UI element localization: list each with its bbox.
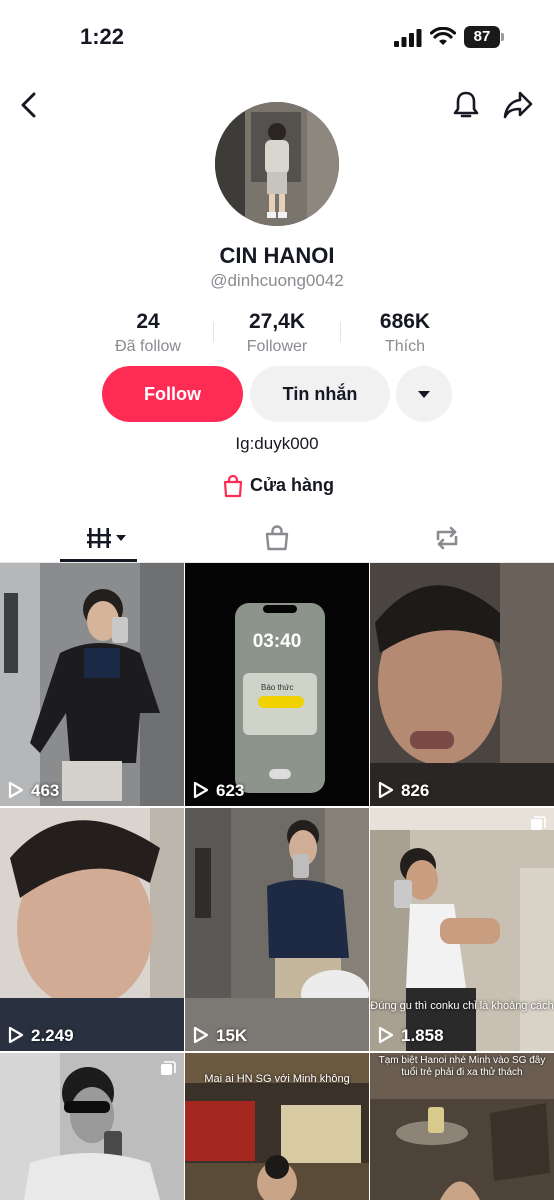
stat-divider [213,322,214,342]
video-thumbnail[interactable]: 03:40 Báo thức 623 [185,563,369,806]
play-icon [193,781,209,799]
play-icon [378,781,394,799]
share-icon[interactable] [502,90,534,120]
bell-icon[interactable] [452,90,480,120]
avatar[interactable] [215,102,339,226]
repost-icon [436,526,458,550]
stat-following-value: 24 [136,310,160,333]
battery-icon: 87 [464,26,504,48]
back-arrow-icon[interactable] [18,92,40,118]
video-caption: Tạm biệt Hanoi nhé Minh vào SG đây tuổi … [378,1055,546,1078]
tab-dropdown-icon [116,535,126,541]
phone-screen-time: 03:40 [252,631,302,652]
tab-shop[interactable] [240,516,315,562]
phone-screen-alarm: Báo thức [261,683,294,692]
video-thumbnail[interactable]: 826 [370,563,554,806]
stat-followers-label: Follower [246,338,308,355]
stat-following-label: Đã follow [115,338,181,355]
tab-videos[interactable] [60,516,137,562]
chevron-down-icon [418,391,430,398]
stat-following[interactable]: 24 Đã follow [88,310,208,356]
play-icon [378,1026,394,1044]
stat-divider [340,322,341,342]
tab-repost[interactable] [410,516,485,562]
message-button[interactable]: Tin nhắn [250,366,390,422]
video-views: 826 [401,781,430,800]
video-thumbnail[interactable]: 463 [0,563,184,806]
video-thumbnail[interactable]: 15K [185,808,369,1051]
video-thumbnail[interactable] [0,1053,184,1200]
video-views: 2.249 [31,1026,74,1045]
follow-button[interactable]: Follow [102,366,243,422]
play-icon [8,781,24,799]
wifi-icon [430,27,456,45]
photo-carousel-icon [161,1061,176,1075]
stat-likes-label: Thích [384,338,425,355]
shopping-bag-icon [223,474,243,498]
grid-icon [87,528,111,548]
stat-followers[interactable]: 27,4K Follower [217,310,337,356]
video-thumbnail[interactable]: 2.249 [0,808,184,1051]
play-icon [193,1026,209,1044]
status-bar: 1:22 87 [0,0,554,74]
video-views: 463 [31,781,60,800]
shop-label: Cửa hàng [250,475,335,495]
video-caption: Mai ai HN SG với Minh không [204,1073,350,1085]
stat-followers-value: 27,4K [248,310,306,333]
video-caption: Đúng gu thì conku chỉ là khoảng cách [370,1000,554,1012]
video-views: 1.858 [401,1026,444,1045]
more-options-button[interactable] [396,366,452,422]
play-icon [8,1026,24,1044]
stat-likes-value: 686K [379,310,431,333]
profile-tabs [0,516,554,563]
stat-likes[interactable]: 686K Thích [345,310,465,356]
battery-level: 87 [464,26,500,48]
bio-text: Ig:duyk000 [235,434,319,453]
status-time: 1:22 [80,24,125,49]
tab-active-indicator [60,559,137,562]
photo-carousel-icon [531,816,546,830]
profile-handle: @dinhcuong0042 [210,271,344,290]
video-thumbnail[interactable]: Mai ai HN SG với Minh không [185,1053,369,1200]
profile-name: CIN HANOI [219,243,335,268]
video-views: 623 [216,781,245,800]
video-thumbnail[interactable]: Tạm biệt Hanoi nhé Minh vào SG đây tuổi … [370,1053,554,1200]
cellular-signal-icon [394,29,422,47]
video-views: 15K [216,1026,248,1045]
video-thumbnail[interactable]: Đúng gu thì conku chỉ là khoảng cách 1.8… [370,808,554,1051]
shopping-bag-icon [265,525,289,551]
